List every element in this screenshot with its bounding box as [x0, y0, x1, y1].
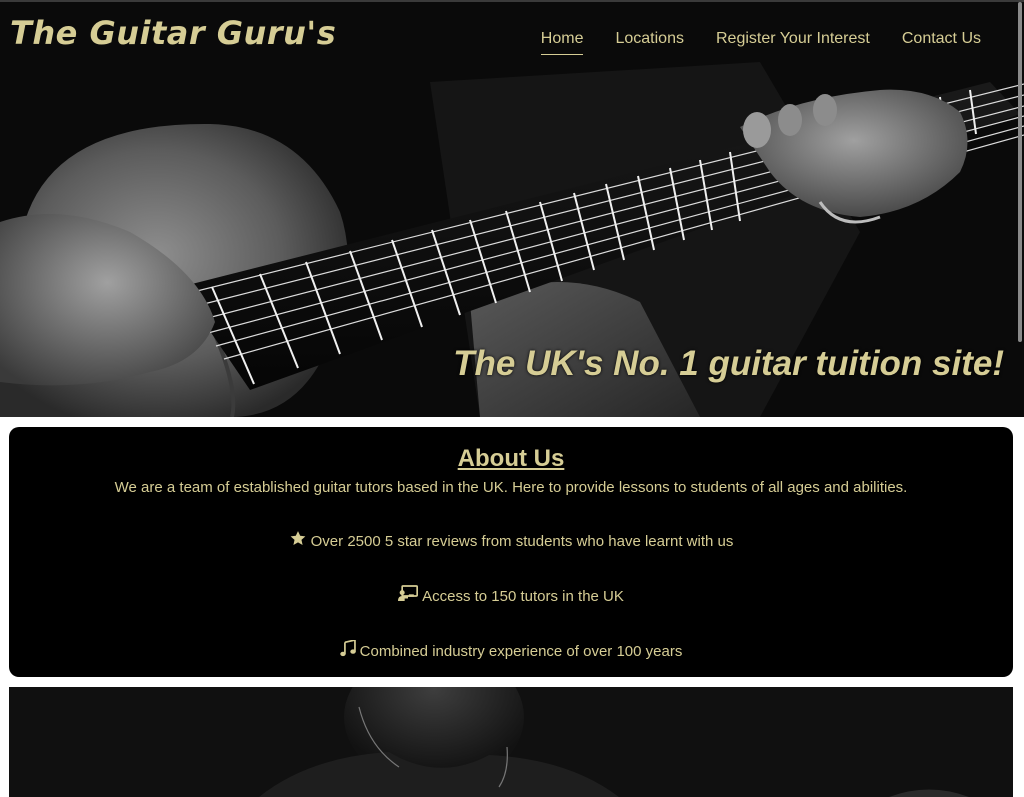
fact-text: Over 2500 5 star reviews from students w… [310, 532, 734, 550]
hero-tagline: The UK's No. 1 guitar tuition site! [453, 344, 1004, 383]
music-note-icon [339, 640, 356, 663]
nav-locations-link[interactable]: Locations [615, 30, 684, 55]
fact-reviews: Over 2500 5 star reviews from students w… [9, 530, 1013, 553]
nav-register-interest-link[interactable]: Register Your Interest [716, 30, 870, 55]
guitarist-portrait-image [9, 687, 1013, 797]
fact-text: Access to 150 tutors in the UK [422, 587, 624, 605]
main-navigation: Home Locations Register Your Interest Co… [540, 30, 981, 55]
teacher-icon [398, 585, 419, 608]
about-us-section: About Us We are a team of established gu… [9, 427, 1013, 677]
fact-text: Combined industry experience of over 100… [359, 642, 683, 660]
about-us-heading: About Us [457, 445, 565, 472]
nav-home-link[interactable]: Home [540, 30, 584, 55]
fact-experience: Combined industry experience of over 100… [9, 640, 1013, 663]
guitarist-portrait-graphic [9, 687, 1013, 797]
site-logo[interactable]: The Guitar Guru's [10, 14, 336, 52]
nav-contact-us-link[interactable]: Contact Us [902, 30, 981, 55]
about-us-intro: We are a team of established guitar tuto… [114, 479, 908, 496]
hero-section: The Guitar Guru's Home Locations Registe… [0, 2, 1024, 417]
fact-tutors: Access to 150 tutors in the UK [9, 585, 1013, 608]
scrollbar[interactable] [1018, 2, 1022, 342]
page: The Guitar Guru's Home Locations Registe… [0, 0, 1024, 797]
star-icon [289, 530, 307, 553]
browser-top-border [0, 0, 1024, 2]
